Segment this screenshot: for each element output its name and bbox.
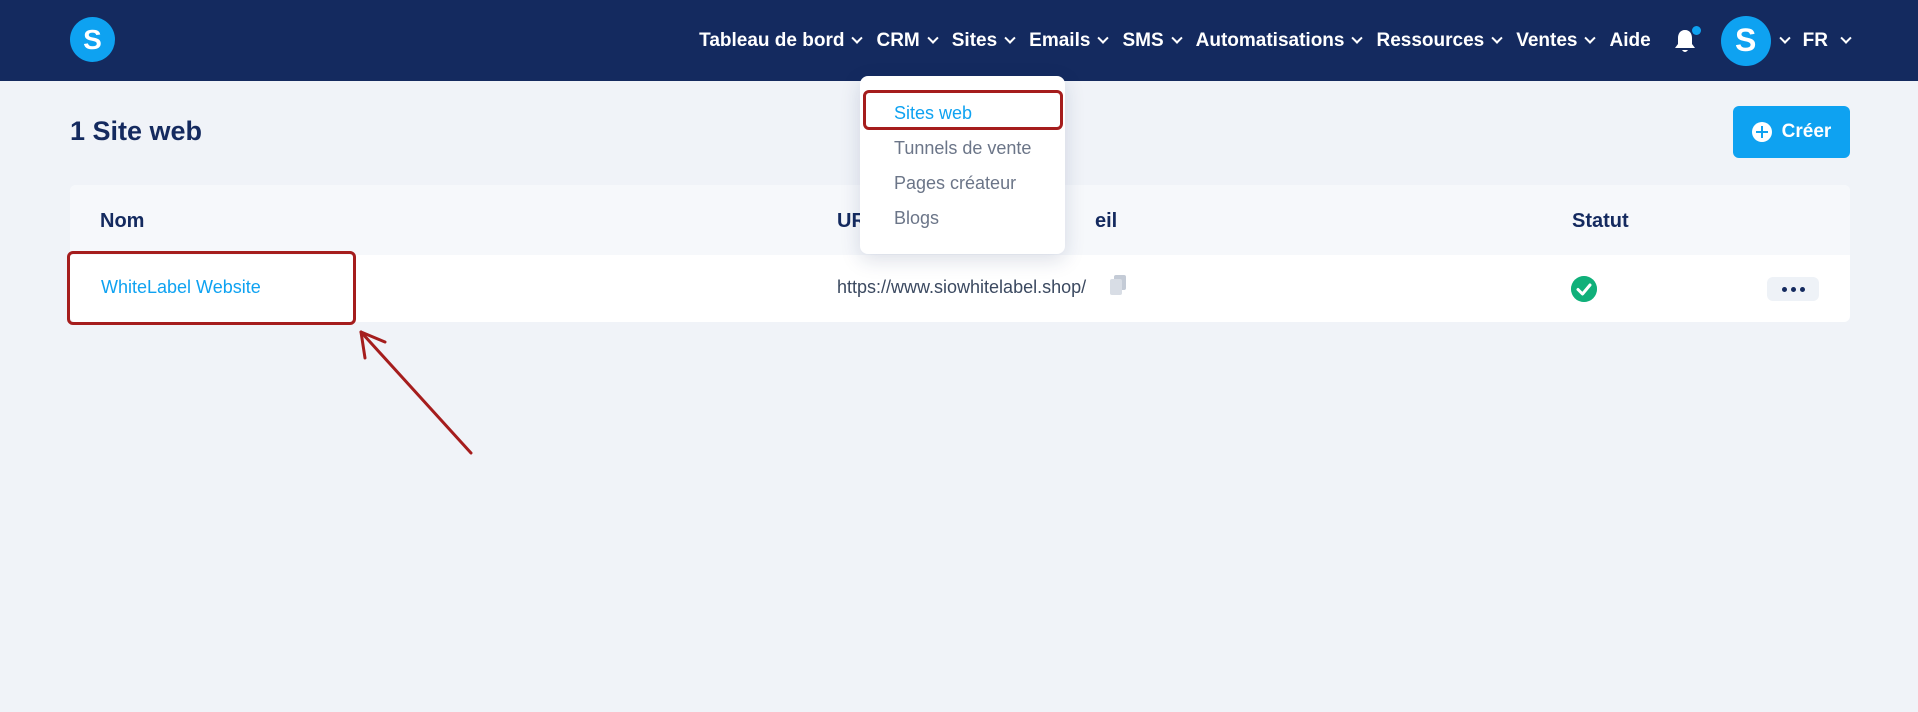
menu-item-blogs[interactable]: Blogs (894, 208, 939, 229)
check-circle-icon (1571, 276, 1597, 302)
chevron-down-icon (1779, 32, 1791, 44)
app-logo-letter: S (83, 23, 102, 55)
nav-item-label: Ressources (1376, 29, 1485, 51)
chevron-down-icon (1097, 32, 1110, 44)
nav-item-automatisations[interactable]: Automatisations (1195, 29, 1364, 52)
column-header-url-end: eil (1095, 210, 1118, 232)
menu-item-pages-createur[interactable]: Pages créateur (894, 173, 1016, 194)
nav-item-label: Aide (1609, 29, 1651, 51)
nav-item-sites[interactable]: Sites (951, 29, 1016, 52)
nav-item-crm[interactable]: CRM (876, 29, 939, 52)
nav-item-label: SMS (1122, 29, 1164, 51)
highlight-box-site (67, 251, 356, 325)
column-header-status: Statut (1572, 210, 1629, 232)
language-selector[interactable]: FR (1802, 29, 1852, 52)
nav-item-sms[interactable]: SMS (1122, 29, 1183, 52)
column-header-name: Nom (100, 210, 145, 232)
chevron-down-icon (1004, 32, 1016, 44)
highlight-box-menu (863, 90, 1063, 130)
notifications-button[interactable] (1673, 25, 1701, 54)
chevron-down-icon (851, 32, 864, 44)
nav-item-ventes[interactable]: Ventes (1516, 29, 1597, 52)
chevron-down-icon (927, 32, 939, 44)
avatar-letter: S (1735, 22, 1757, 58)
top-navbar: S Tableau de bord CRM Sites Emails SMS A… (0, 0, 1918, 81)
chevron-down-icon (1170, 32, 1183, 44)
create-button-label: Créer (1781, 121, 1832, 142)
app-logo[interactable]: S (70, 17, 115, 62)
more-dot (1790, 286, 1796, 292)
chevron-down-icon (1351, 32, 1364, 44)
nav-item-tableau-de-bord[interactable]: Tableau de bord (699, 29, 864, 52)
nav-item-label: Ventes (1516, 29, 1578, 51)
nav-item-ressources[interactable]: Ressources (1376, 29, 1503, 52)
account-menu-toggle[interactable] (1779, 32, 1791, 45)
copy-icon[interactable] (1110, 275, 1126, 295)
chevron-down-icon (1584, 32, 1597, 44)
more-actions-button[interactable] (1767, 277, 1819, 301)
user-avatar[interactable]: S (1720, 15, 1771, 66)
nav-item-aide[interactable]: Aide (1609, 30, 1650, 52)
nav-item-label: Tableau de bord (699, 29, 845, 51)
plus-circle-icon (1751, 122, 1772, 142)
language-label: FR (1802, 29, 1828, 51)
main-nav: Tableau de bord CRM Sites Emails SMS Aut… (684, 0, 1852, 81)
chevron-down-icon (1840, 32, 1852, 44)
nav-item-label: Automatisations (1195, 29, 1345, 51)
more-dot (1799, 286, 1805, 292)
menu-item-tunnels-de-vente[interactable]: Tunnels de vente (894, 138, 1031, 159)
chevron-down-icon (1491, 32, 1503, 44)
site-url: https://www.siowhitelabel.shop/ (837, 277, 1087, 297)
nav-item-emails[interactable]: Emails (1029, 29, 1110, 52)
annotation-arrow-icon (359, 330, 473, 455)
notification-dot (1691, 25, 1701, 35)
nav-item-label: Emails (1029, 29, 1091, 51)
nav-item-label: Sites (951, 29, 998, 51)
page-title: 1 Site web (70, 116, 203, 146)
nav-item-label: CRM (876, 29, 920, 51)
create-button[interactable]: Créer (1733, 106, 1850, 158)
more-dots-icon (1781, 286, 1787, 292)
